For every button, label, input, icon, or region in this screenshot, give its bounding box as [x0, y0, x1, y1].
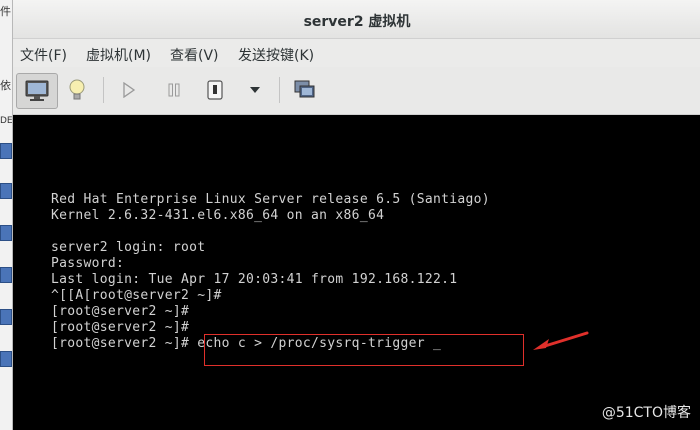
pause-button[interactable]: [162, 73, 186, 107]
console-line: Password:: [51, 256, 125, 271]
fullscreen-button[interactable]: [292, 73, 318, 107]
console-line: ^[[A[root@server2 ~]#: [51, 288, 222, 303]
window-title: server2 虚拟机: [303, 14, 411, 30]
toolbar-separator: [279, 77, 280, 103]
shutdown-menu-button[interactable]: [245, 73, 265, 107]
menu-file[interactable]: 文件(F): [20, 45, 67, 65]
menu-send-key[interactable]: 发送按键(K): [238, 45, 314, 65]
background-file-icon[interactable]: [0, 351, 12, 367]
background-file-icon[interactable]: [0, 267, 12, 283]
shutdown-button[interactable]: [203, 73, 227, 107]
details-view-button[interactable]: [63, 73, 91, 107]
console-line: Red Hat Enterprise Linux Server release …: [51, 192, 490, 207]
background-text: 件: [0, 5, 11, 18]
background-text: 依: [0, 79, 11, 92]
run-button[interactable]: [117, 73, 141, 107]
background-file-icon[interactable]: [0, 225, 12, 241]
toolbar-separator: [103, 77, 104, 103]
annotation-arrow-icon: [533, 331, 589, 350]
vm-console-screen[interactable]: Red Hat Enterprise Linux Server release …: [13, 115, 700, 430]
vm-window: server2 虚拟机 文件(F) 虚拟机(M) 查看(V) 发送按键(K) R…: [12, 0, 700, 430]
console-line: [root@server2 ~]#: [51, 320, 190, 335]
toolbar: [13, 67, 700, 115]
power-switch-icon: [207, 80, 223, 100]
pause-icon: [168, 83, 180, 97]
background-file-icon[interactable]: [0, 143, 12, 159]
console-line: Last login: Tue Apr 17 20:03:41 from 192…: [51, 272, 458, 287]
menu-bar: 文件(F) 虚拟机(M) 查看(V) 发送按键(K): [13, 39, 700, 67]
play-icon: [123, 82, 136, 98]
console-line: server2 login: root: [51, 240, 206, 255]
monitor-icon: [25, 80, 49, 101]
chevron-down-icon: [250, 87, 260, 93]
console-line: Kernel 2.6.32-431.el6.x86_64 on an x86_6…: [51, 208, 385, 223]
annotation-highlight-box: [204, 334, 524, 366]
fullscreen-icon: [294, 80, 315, 98]
background-text: DE: [0, 116, 13, 126]
title-bar[interactable]: server2 虚拟机: [13, 0, 700, 39]
background-file-icon[interactable]: [0, 309, 12, 325]
console-view-button[interactable]: [16, 73, 58, 109]
menu-vm[interactable]: 虚拟机(M): [86, 45, 151, 65]
watermark: @51CTO博客: [601, 405, 691, 421]
lightbulb-icon: [69, 79, 85, 100]
background-file-icon[interactable]: [0, 183, 12, 199]
console-line: [root@server2 ~]#: [51, 304, 190, 319]
menu-view[interactable]: 查看(V): [170, 45, 219, 65]
